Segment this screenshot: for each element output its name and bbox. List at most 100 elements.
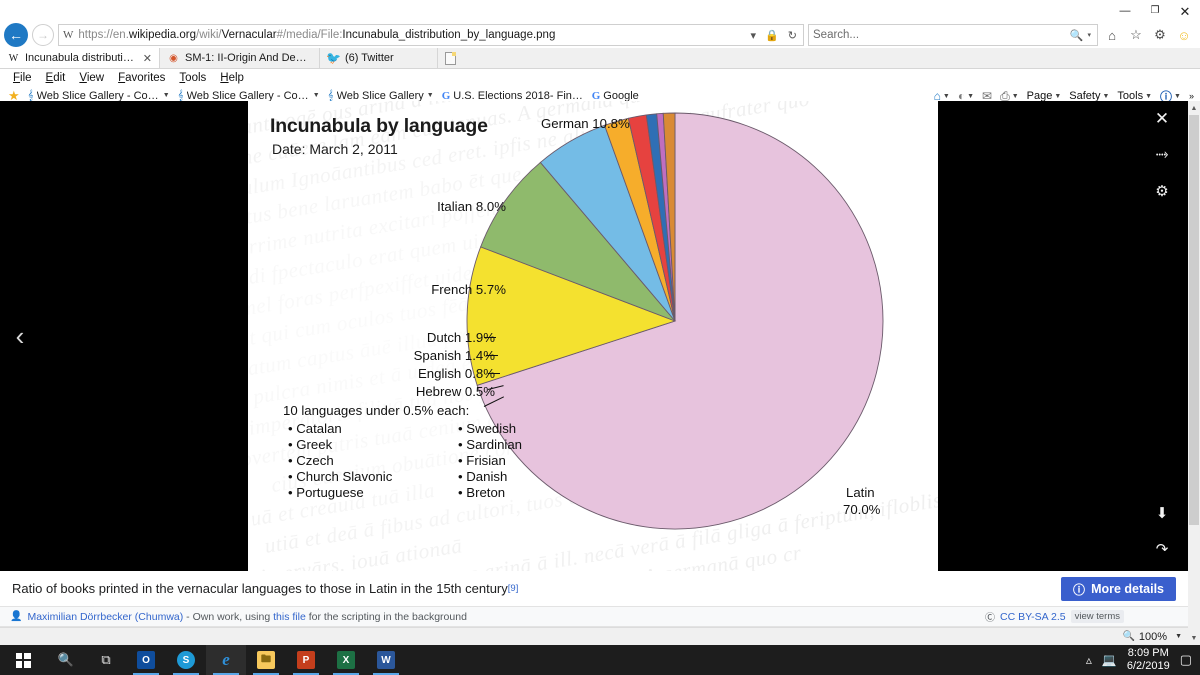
chevron-down-icon[interactable]: ▼ [427, 92, 434, 99]
overflow-chevrons[interactable]: » [1185, 91, 1198, 101]
taskbar-skype[interactable]: S [166, 645, 206, 675]
label-german: German 10.8% [541, 116, 630, 131]
scroll-up-arrow[interactable]: ▲ [1188, 101, 1200, 115]
notifications-icon[interactable]: ▢ [1180, 652, 1192, 668]
taskbar-excel[interactable]: X [326, 645, 366, 675]
tools-gear-icon[interactable]: ⚙ [1150, 24, 1170, 46]
leader-line-spanish [486, 355, 498, 356]
tab-sm1[interactable]: ◉ SM-1: II-Origin And Developm... [160, 48, 320, 68]
title-bar: — ❐ ✕ [0, 0, 1200, 22]
gear-icon[interactable]: ⚙ [1152, 181, 1172, 201]
tab-twitter[interactable]: 🐦 (6) Twitter [320, 48, 438, 68]
menu-bar: FFileile Edit View Favorites Tools Help [0, 69, 1200, 87]
zoom-dropdown-icon[interactable]: ▼ [1171, 633, 1182, 640]
list-item: Catalan [288, 421, 424, 437]
previous-media-button[interactable]: ‹ [0, 101, 40, 571]
taskbar-outlook[interactable]: O [126, 645, 166, 675]
leader-line-english [488, 373, 500, 374]
viewer-bottom-tools: ⬇ ↷ [1152, 503, 1172, 559]
view-terms-button[interactable]: view terms [1070, 610, 1124, 623]
menu-favorites[interactable]: Favorites [111, 72, 172, 84]
minimize-button[interactable]: — [1110, 1, 1140, 21]
close-window-button[interactable]: ✕ [1170, 1, 1200, 21]
chevron-down-icon[interactable]: ▼ [163, 92, 170, 99]
menu-edit[interactable]: Edit [39, 72, 73, 84]
taskbar-internet-explorer[interactable]: e [206, 645, 246, 675]
taskbar-search-icon[interactable]: 🔍 [46, 645, 86, 675]
network-icon[interactable]: 💻 [1102, 653, 1117, 667]
menu-file[interactable]: FFileile [6, 72, 39, 84]
scrollbar-track[interactable] [1188, 115, 1200, 631]
search-input[interactable]: Search... 🔍 ▾ [808, 24, 1098, 46]
clock-time: 8:09 PM [1127, 647, 1169, 659]
list-item: Church Slavonic [288, 469, 424, 485]
back-arrow-icon[interactable]: ← [4, 23, 28, 47]
favorite-item[interactable]: G U.S. Elections 2018- Find ou... [438, 90, 588, 102]
clock-date: 6/2/2019 [1126, 660, 1170, 672]
close-icon[interactable]: ✕ [143, 52, 152, 65]
creative-commons-icon: Ⓒ [985, 613, 996, 624]
label-spanish: Spanish 1.4% [413, 348, 495, 363]
favorite-item[interactable]: 𝄞 Web Slice Gallery - Conf... ▼ [174, 90, 324, 102]
list-item: Greek [288, 437, 424, 453]
maximize-restore-button[interactable]: ❐ [1140, 1, 1170, 21]
taskbar-powerpoint[interactable]: P [286, 645, 326, 675]
favorite-item[interactable]: 𝄞 Web Slice Gallery ▼ [324, 90, 438, 102]
windows-taskbar: 🔍 ⧉ O S e 🖿 P X W ▵ 💻 8:09 PM 6/2/2019 ▢ [0, 645, 1200, 675]
status-bar: 🔍 100% ▼ [0, 627, 1188, 645]
new-tab-button[interactable] [438, 48, 462, 68]
task-view-icon[interactable]: ⧉ [86, 645, 126, 675]
menu-help[interactable]: Help [213, 72, 251, 84]
credit-separator: - Own work, using [183, 610, 274, 623]
media-credit-bar: 👤 Maximilian Dörrbecker (Chumwa) - Own w… [0, 607, 1188, 627]
list-item: Frisian [458, 453, 522, 469]
close-icon[interactable]: ✕ [1152, 109, 1172, 129]
favorite-label: Web Slice Gallery [336, 89, 424, 102]
author-link[interactable]: Maximilian Dörrbecker (Chumwa) [27, 611, 183, 623]
tab-title: (6) Twitter [345, 52, 394, 64]
start-button[interactable] [0, 645, 46, 675]
search-provider-caret[interactable]: ▾ [1085, 31, 1093, 39]
taskbar-file-explorer[interactable]: 🖿 [246, 645, 286, 675]
taskbar-word[interactable]: W [366, 645, 406, 675]
viewer-top-tools: ✕ ⤑ ⚙ [1152, 109, 1172, 201]
google-icon: G [441, 89, 451, 102]
label-latin-name: Latin [846, 485, 875, 500]
search-icon[interactable]: 🔍 [1068, 29, 1086, 42]
tab-incunabula[interactable]: W Incunabula distribution by l... ✕ [0, 48, 160, 68]
tray-chevron-icon[interactable]: ▵ [1086, 653, 1092, 667]
expand-icon[interactable]: ⤑ [1152, 145, 1172, 165]
credit-tail: for the scripting in the background [305, 610, 467, 623]
download-icon[interactable]: ⬇ [1152, 503, 1172, 523]
zoom-level: 100% [1138, 630, 1168, 643]
others-column-2: Swedish Sardinian Frisian Danish Breton [458, 421, 522, 501]
scrollbar-thumb[interactable] [1189, 115, 1199, 525]
address-bar-row: ← → W https://en.wikipedia.org/wiki/Vern… [0, 22, 1200, 48]
forward-arrow-icon[interactable]: → [32, 24, 54, 46]
source-file-link[interactable]: this file [273, 611, 306, 623]
refresh-icon[interactable]: ↻ [786, 29, 799, 42]
license-name[interactable]: CC BY-SA 2.5 [1000, 611, 1066, 623]
favorite-item[interactable]: 𝄞 Web Slice Gallery - Conf... ▼ [24, 90, 174, 102]
favorite-item[interactable]: G Google [588, 90, 643, 102]
favorites-star-icon[interactable]: ☆ [1126, 24, 1146, 46]
windows-logo-icon [15, 652, 31, 668]
others-heading: 10 languages under 0.5% each: [283, 403, 470, 418]
vertical-scrollbar[interactable]: ▲ ▼ [1188, 101, 1200, 645]
menu-tools[interactable]: Tools [172, 72, 213, 84]
address-input[interactable]: W https://en.wikipedia.org/wiki/Vernacul… [58, 24, 804, 46]
tray-clock[interactable]: 8:09 PM 6/2/2019 [1127, 647, 1170, 673]
share-icon[interactable]: ↷ [1152, 539, 1172, 559]
more-details-button[interactable]: ⓘ More details [1061, 577, 1176, 601]
media-stage: uenteriance ante ogē ous arinā ā ill. ne… [248, 101, 938, 571]
address-dropdown-icon[interactable]: ▾ [749, 29, 759, 42]
list-item: Portuguese [288, 485, 424, 501]
smiley-feedback-icon[interactable]: ☺ [1174, 24, 1194, 46]
scroll-down-arrow[interactable]: ▼ [1188, 631, 1200, 645]
chart-subtitle: Date: March 2, 2011 [272, 141, 398, 157]
chevron-down-icon[interactable]: ▼ [313, 92, 320, 99]
pie-chart-image: uenteriance ante ogē ous arinā ā ill. ne… [248, 101, 938, 571]
menu-view[interactable]: View [72, 72, 111, 84]
home-icon[interactable]: ⌂ [1102, 24, 1122, 46]
caption-reference[interactable]: [9] [508, 583, 519, 594]
